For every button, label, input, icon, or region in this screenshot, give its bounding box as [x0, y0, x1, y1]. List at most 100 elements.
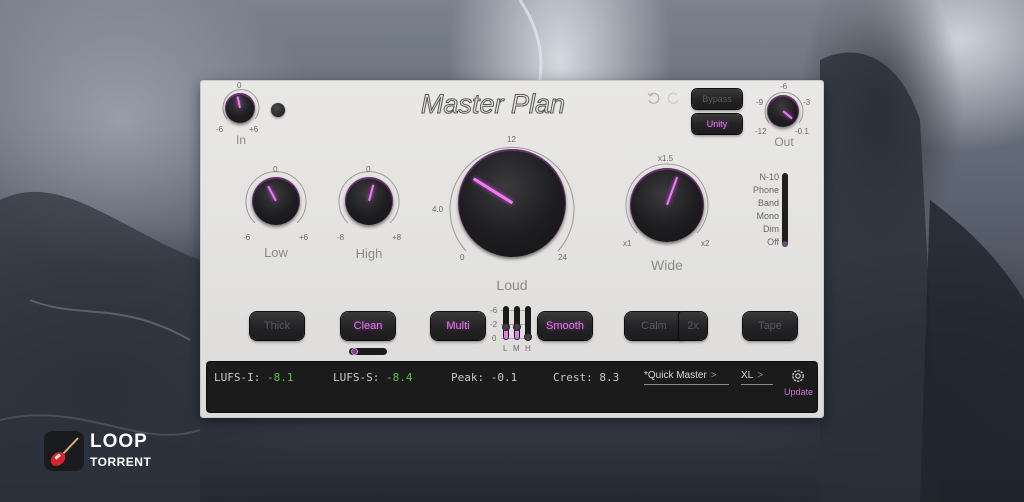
clean-button[interactable]: Clean	[341, 312, 395, 340]
band-meter-high[interactable]	[524, 306, 532, 341]
band-scale-m2: -2	[490, 320, 498, 329]
band-scale-m6: -6	[490, 306, 498, 315]
loud-tick-0: 0	[460, 253, 465, 262]
high-tick-max: +8	[392, 233, 402, 242]
in-tick-min: -6	[216, 125, 224, 134]
loud-tick-24: 24	[558, 253, 567, 262]
low-knob-pointer	[267, 185, 277, 202]
loud-knob-group: 12 4.0 0 24 Loud	[432, 135, 580, 295]
multi-button[interactable]: Multi	[431, 312, 485, 340]
calm-button[interactable]: Calm	[625, 312, 683, 340]
mode-off[interactable]: Off	[737, 236, 779, 249]
mode-n10[interactable]: N-10	[737, 171, 779, 184]
low-knob-group: 0 -6 +6 Low	[243, 165, 309, 263]
out-tick-m12: -12	[755, 127, 767, 136]
crest-value: 8.3	[599, 371, 620, 384]
undo-icon[interactable]	[646, 91, 660, 105]
band-label-l: L	[503, 344, 508, 353]
peak-value: -0.1	[490, 371, 518, 384]
low-knob-label: Low	[264, 245, 288, 260]
plugin-title: Master Plan	[420, 89, 566, 120]
wide-knob-pointer	[666, 176, 679, 206]
band-label-m: M	[513, 344, 520, 353]
mode-band[interactable]: Band	[737, 197, 779, 210]
gear-icon[interactable]	[790, 368, 806, 384]
watermark-line1: LOOP	[90, 431, 148, 452]
high-knob-pointer	[368, 184, 375, 202]
lufs-s-value: -8.4	[385, 371, 413, 384]
smooth-button[interactable]: Smooth	[538, 312, 592, 340]
out-knob[interactable]	[767, 95, 799, 127]
size-name: XL	[741, 370, 754, 381]
band-meter: -6 -2 0 L M H	[489, 306, 539, 354]
bypass-button[interactable]: Bypass	[692, 89, 742, 109]
mode-dim[interactable]: Dim	[737, 223, 779, 236]
crest-label: Crest:	[553, 371, 593, 384]
tape-button[interactable]: Tape	[743, 312, 797, 340]
out-knob-label: Out	[774, 135, 794, 149]
lufs-i-value: -8.1	[266, 371, 294, 384]
redo-icon[interactable]	[667, 91, 681, 105]
low-tick-max: +6	[299, 233, 309, 242]
out-knob-pointer	[782, 110, 793, 120]
master-plan-plugin: Master Plan 0 -6 +6 In Bypass Unity -6 -…	[201, 81, 823, 417]
band-meter-low-thumb[interactable]	[502, 323, 510, 331]
monitor-mode-slider[interactable]	[782, 173, 788, 247]
band-label-h: H	[525, 344, 531, 353]
monitor-mode-list: N-10 Phone Band Mono Dim Off	[737, 171, 779, 249]
crest-readout: Crest: 8.3	[553, 371, 619, 384]
thick-button[interactable]: Thick	[250, 312, 304, 340]
in-knob-group: 0 -6 +6 In	[216, 81, 263, 147]
lufs-i-readout: LUFS-I: -8.1	[214, 371, 293, 384]
band-scale-0: 0	[492, 334, 497, 343]
wide-tick-mid: x1.5	[658, 154, 674, 163]
out-tick-m3: -3	[803, 98, 811, 107]
low-knob[interactable]	[252, 177, 300, 225]
high-knob-group: 0 -8 +8 High	[336, 165, 402, 263]
preset-chevron-icon: >	[710, 370, 717, 381]
band-meter-high-thumb[interactable]	[524, 333, 532, 341]
lufs-i-label: LUFS-I:	[214, 371, 261, 384]
watermark-logo: LOOP TORRENT	[44, 431, 174, 473]
band-meter-mid-thumb[interactable]	[513, 323, 521, 331]
preset-name: *Quick Master	[644, 370, 707, 381]
high-tick-mid: 0	[366, 165, 371, 174]
mode-mono[interactable]: Mono	[737, 210, 779, 223]
out-knob-group: -6 -9 -3 -12 -0.1 Out	[755, 82, 811, 149]
low-tick-min: -6	[243, 233, 251, 242]
clean-amount-thumb[interactable]	[351, 348, 358, 355]
loud-knob-pointer	[472, 177, 513, 205]
peak-readout: Peak: -0.1	[451, 371, 517, 384]
update-link[interactable]: Update	[784, 387, 813, 397]
loud-tick-12: 12	[507, 135, 516, 144]
unity-button[interactable]: Unity	[692, 114, 742, 134]
calm-2x-button[interactable]: 2x	[679, 312, 707, 340]
size-selector[interactable]: XL >	[741, 370, 773, 385]
loud-knob-label: Loud	[496, 277, 528, 293]
lufs-s-label: LUFS-S:	[333, 371, 380, 384]
out-tick-m6: -6	[780, 82, 788, 91]
out-tick-m9: -9	[756, 98, 764, 107]
link-button[interactable]	[271, 103, 285, 117]
preset-selector[interactable]: *Quick Master >	[644, 370, 729, 385]
loudness-readout-bar: LUFS-I: -8.1 LUFS-S: -8.4 Peak: -0.1 Cre…	[207, 362, 817, 412]
size-chevron-icon: >	[757, 370, 764, 381]
band-meter-mid[interactable]	[513, 306, 521, 340]
loud-knob[interactable]	[458, 149, 566, 257]
clean-amount-slider[interactable]	[349, 348, 387, 355]
low-tick-mid: 0	[273, 165, 278, 174]
wide-knob-group: x1.5 x1 x2 Wide	[621, 153, 713, 279]
in-tick-mid: 0	[237, 81, 242, 90]
wide-tick-min: x1	[623, 239, 632, 248]
peak-label: Peak:	[451, 371, 485, 384]
wide-tick-max: x2	[701, 239, 710, 248]
band-meter-low[interactable]	[502, 306, 510, 340]
watermark-line2: TORRENT	[90, 455, 152, 469]
wide-knob[interactable]	[630, 168, 704, 242]
monitor-mode-thumb[interactable]	[782, 241, 788, 247]
high-knob[interactable]	[345, 177, 393, 225]
in-knob[interactable]	[225, 93, 255, 123]
mode-phone[interactable]: Phone	[737, 184, 779, 197]
wide-knob-label: Wide	[651, 257, 683, 273]
lufs-s-readout: LUFS-S: -8.4	[333, 371, 412, 384]
